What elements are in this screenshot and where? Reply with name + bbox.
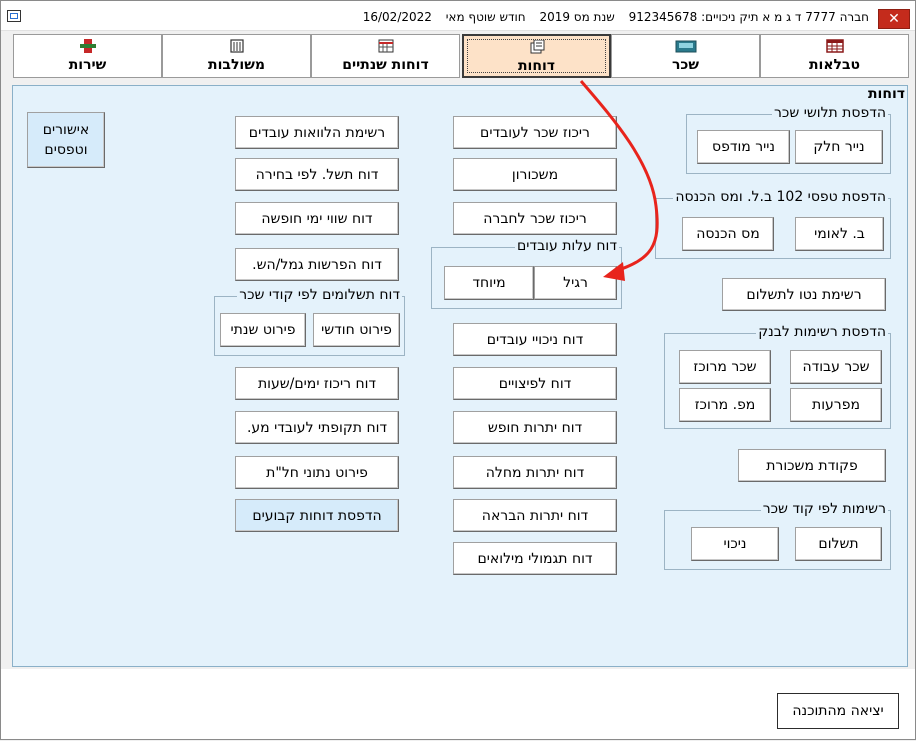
vacation-value-report-button[interactable]: דוח שווי ימי חופשה	[235, 202, 399, 235]
group-label: הדפסת תלושי שכר	[772, 105, 888, 121]
group-label: הדפסת רשימות לבנק	[756, 324, 888, 340]
employee-deductions-report-button[interactable]: דוח ניכויי עובדים	[453, 323, 617, 356]
payments-by-code-group: דוח תשלומים לפי קודי שכר פירוט חודשי פיר…	[214, 287, 405, 356]
panel-title: דוחות	[867, 86, 905, 102]
vacation-balance-report-button[interactable]: דוח יתרות חופש	[453, 411, 617, 444]
work-salary-button[interactable]: שכר עבודה	[790, 350, 882, 384]
tab-label: טבלאות	[808, 57, 861, 73]
approvals-forms-button[interactable]: אישורים וטפסים	[27, 112, 105, 168]
payment-by-choice-report-button[interactable]: דוח תשל. לפי בחירה	[235, 158, 399, 191]
window-title: חברה 7777 ד ג מ א תיק ניכויים: 912345678…	[353, 10, 869, 24]
central-salary-button[interactable]: שכר מרוכז	[679, 350, 771, 384]
tab-label: שירות	[68, 57, 107, 73]
app-window: חברה 7777 ד ג מ א תיק ניכויים: 912345678…	[0, 0, 916, 740]
lists-by-code-group: רשימות לפי קוד שכר תשלום ניכוי	[664, 501, 891, 570]
pension-deposits-report-button[interactable]: דוח הפרשות גמל/הש.	[235, 248, 399, 281]
severance-report-button[interactable]: דוח לפיצויים	[453, 367, 617, 400]
salary-order-button[interactable]: פקודת משכורת	[738, 449, 886, 482]
tab-label: משולבות	[208, 57, 265, 73]
title-tax-year: שנת מס 2019	[539, 10, 615, 24]
central-advances-button[interactable]: מפ. מרוכז	[679, 388, 771, 422]
deduction-list-button[interactable]: ניכוי	[691, 527, 779, 561]
title-company: חברה 7777 ד ג מ א תיק ניכויים: 912345678	[628, 10, 869, 24]
unpaid-leave-detail-button[interactable]: פירוט נתוני חל"ת	[235, 456, 399, 489]
reports-panel: דוחות אישורים וטפסים רשימת הלוואות עובדי…	[12, 85, 908, 667]
report-icon	[530, 40, 544, 54]
calendar-icon	[378, 39, 393, 53]
group-label: דוח עלות עובדים	[515, 238, 619, 254]
table-icon	[825, 39, 844, 53]
days-hours-summary-button[interactable]: דוח ריכוז ימים/שעות	[235, 367, 399, 400]
periodic-report-button[interactable]: דוח תקופתי לעובדי מע.	[235, 411, 399, 444]
salary-summary-employees-button[interactable]: ריכוז שכר לעובדים	[453, 116, 617, 149]
tab-tables[interactable]: טבלאות	[760, 34, 909, 78]
payment-list-button[interactable]: תשלום	[795, 527, 882, 561]
bank-lists-group: הדפסת רשימות לבנק שכר עבודה שכר מרוכז מפ…	[664, 324, 891, 429]
tab-service[interactable]: שירות	[13, 34, 162, 78]
regular-cost-button[interactable]: רגיל	[534, 266, 617, 300]
tab-label: שכר	[672, 57, 699, 73]
payslip-print-group: הדפסת תלושי שכר נייר חלק נייר מודפס	[686, 105, 891, 174]
tab-salary[interactable]: שכר	[611, 34, 760, 78]
cash-register-icon	[675, 40, 696, 53]
exit-program-button[interactable]: יציאה מהתוכנה	[777, 693, 899, 729]
tab-annual-reports[interactable]: דוחות שנתיים	[311, 34, 460, 78]
plain-paper-button[interactable]: נייר חלק	[795, 130, 883, 164]
main-tabs: שירות משולבות דוחות שנתיים דוחות שכר טבל…	[13, 34, 909, 78]
printed-paper-button[interactable]: נייר מודפס	[697, 130, 790, 164]
net-payment-list-button[interactable]: רשימת נטו לתשלום	[722, 278, 886, 311]
tab-reports[interactable]: דוחות	[462, 34, 611, 78]
tab-label: דוחות	[517, 58, 556, 74]
tab-combined[interactable]: משולבות	[162, 34, 311, 78]
income-tax-button[interactable]: מס הכנסה	[682, 217, 774, 251]
close-window-button[interactable]: ✕	[878, 9, 910, 29]
title-bar: חברה 7777 ד ג מ א תיק ניכויים: 912345678…	[1, 1, 915, 31]
sick-balance-report-button[interactable]: דוח יתרות מחלה	[453, 456, 617, 489]
advances-button[interactable]: מפרעות	[790, 388, 882, 422]
print-fixed-reports-button[interactable]: הדפסת דוחות קבועים	[235, 499, 399, 532]
yearly-detail-button[interactable]: פירוט שנתי	[220, 313, 306, 347]
wrench-icon	[79, 39, 96, 53]
reserve-duty-report-button[interactable]: דוח תגמולי מילואים	[453, 542, 617, 575]
monthly-detail-button[interactable]: פירוט חודשי	[313, 313, 400, 347]
national-insurance-button[interactable]: ב. לאומי	[795, 217, 884, 251]
tab-label: דוחות שנתיים	[342, 57, 429, 73]
payslip-button[interactable]: משכורון	[453, 158, 617, 191]
salary-summary-company-button[interactable]: ריכוז שכר לחברה	[453, 202, 617, 235]
employee-cost-group: דוח עלות עובדים רגיל מיוחד	[431, 238, 622, 309]
special-cost-button[interactable]: מיוחד	[444, 266, 534, 300]
building-icon	[229, 39, 244, 53]
title-month: חודש שוטף מאי	[445, 10, 526, 24]
group-label: דוח תשלומים לפי קודי שכר	[237, 287, 402, 303]
employee-loans-list-button[interactable]: רשימת הלוואות עובדים	[235, 116, 399, 149]
title-date: 16/02/2022	[362, 10, 432, 24]
recovery-balance-report-button[interactable]: דוח יתרות הבראה	[453, 499, 617, 532]
app-icon	[7, 10, 21, 22]
group-label: רשימות לפי קוד שכר	[760, 501, 888, 517]
form-102-print-group: הדפסת טפסי 102 ב.ל. ומס הכנסה ב. לאומי מ…	[655, 189, 891, 259]
group-label: הדפסת טפסי 102 ב.ל. ומס הכנסה	[673, 189, 888, 205]
